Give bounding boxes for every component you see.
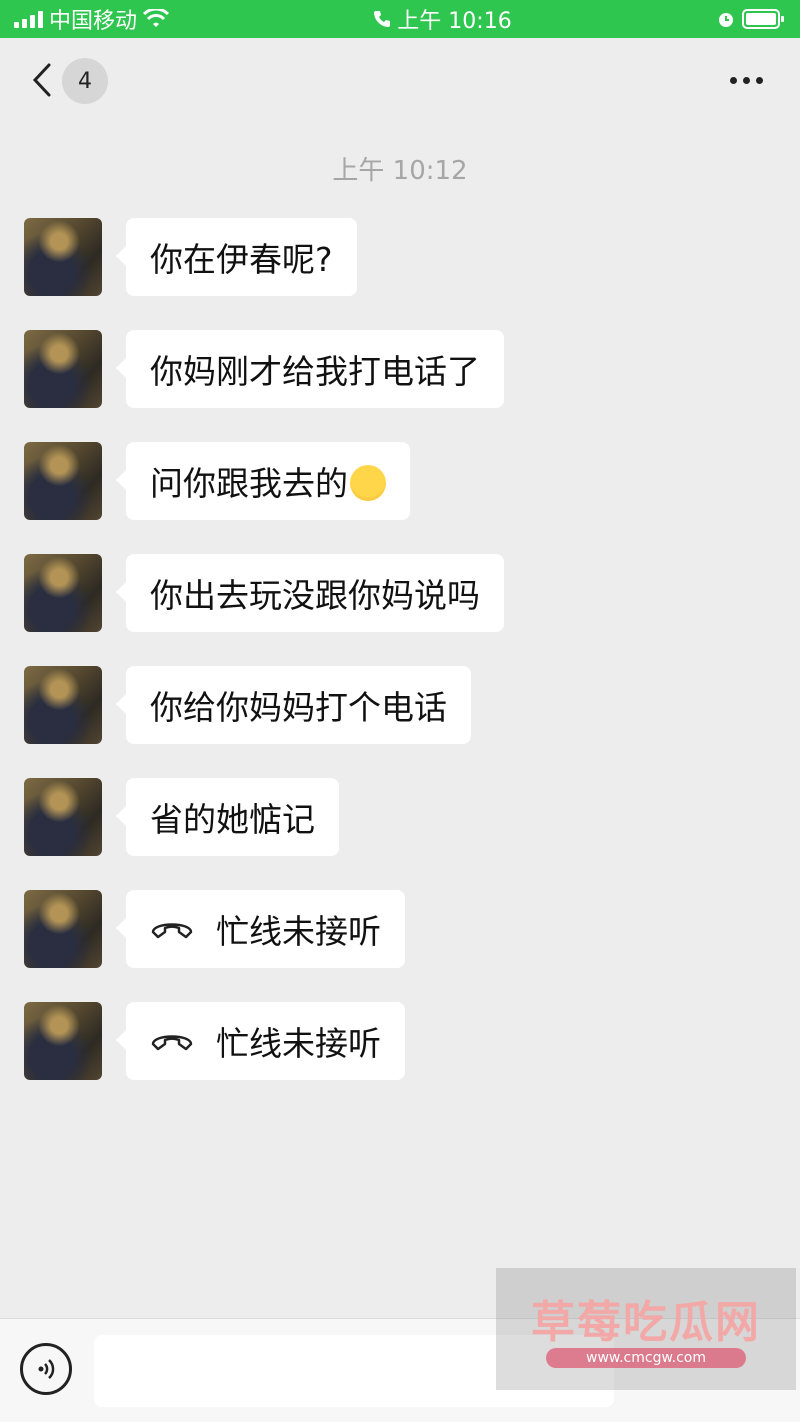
voice-input-button[interactable]	[20, 1343, 72, 1395]
message-row: 问你跟我去的	[24, 442, 410, 522]
message-text: 你给你妈妈打个电话	[150, 688, 447, 727]
wifi-icon	[143, 9, 170, 27]
call-status-text: 忙线未接听	[216, 912, 381, 951]
message-timestamp: 上午 10:12	[332, 156, 468, 186]
message-bubble[interactable]: 你出去玩没跟你妈说吗	[116, 554, 504, 632]
message-row: 忙线未接听	[24, 890, 405, 970]
avatar[interactable]	[24, 442, 102, 520]
status-time: 上午 10:16	[397, 9, 512, 34]
message-row: 省的她惦记	[24, 778, 339, 858]
status-center: 上午 10:16	[373, 3, 512, 35]
avatar[interactable]	[24, 554, 102, 632]
avatar[interactable]	[24, 330, 102, 408]
status-right	[716, 8, 786, 30]
avatar[interactable]	[24, 778, 102, 856]
avatar[interactable]	[24, 218, 102, 296]
phone-call-icon	[374, 11, 391, 27]
chat-header: 4	[0, 38, 800, 126]
message-row: 你给你妈妈打个电话	[24, 666, 471, 746]
carrier-label: 中国移动	[49, 9, 138, 34]
message-bubble[interactable]: 问你跟我去的	[116, 442, 410, 520]
message-text: 你妈刚才给我打电话了	[150, 352, 480, 391]
unread-count-badge[interactable]: 4	[62, 58, 108, 104]
back-button[interactable]	[24, 58, 60, 102]
message-bubble[interactable]: 省的她惦记	[116, 778, 339, 856]
message-text: 省的她惦记	[150, 800, 315, 839]
message-bubble[interactable]: 你在伊春呢?	[116, 218, 357, 296]
message-text: 你出去玩没跟你妈说吗	[150, 576, 480, 615]
message-row: 忙线未接听	[24, 1002, 405, 1082]
message-row: 你在伊春呢?	[24, 218, 357, 298]
avatar[interactable]	[24, 890, 102, 968]
status-left: 中国移动	[14, 3, 170, 35]
chevron-left-icon	[32, 63, 51, 97]
message-bubble[interactable]: 你妈刚才给我打电话了	[116, 330, 504, 408]
dot-icon	[742, 76, 750, 84]
status-bar: 中国移动 上午 10:16	[0, 0, 800, 38]
avatar[interactable]	[24, 666, 102, 744]
message-text: 问你跟我去的	[150, 464, 348, 503]
dot-icon	[755, 76, 763, 84]
watermark-title: 草莓吃瓜网	[531, 1297, 761, 1348]
laughing-crying-emoji-icon	[350, 465, 386, 501]
dot-icon	[729, 76, 737, 84]
message-bubble[interactable]: 你给你妈妈打个电话	[116, 666, 471, 744]
message-text: 你在伊春呢?	[150, 240, 333, 279]
message-row: 你出去玩没跟你妈说吗	[24, 554, 504, 634]
call-bubble[interactable]: 忙线未接听	[116, 1002, 405, 1080]
watermark-url: www.cmcgw.com	[546, 1348, 746, 1368]
watermark: 草莓吃瓜网 www.cmcgw.com	[496, 1268, 796, 1390]
more-options-button[interactable]	[722, 64, 770, 96]
voice-icon	[38, 1359, 55, 1379]
alarm-icon	[718, 13, 733, 27]
call-bubble[interactable]: 忙线未接听	[116, 890, 405, 968]
avatar[interactable]	[24, 1002, 102, 1080]
phone-hangup-icon	[151, 1035, 193, 1051]
signal-icon	[14, 10, 43, 28]
message-row: 你妈刚才给我打电话了	[24, 330, 504, 410]
battery-icon	[741, 9, 784, 29]
call-status-text: 忙线未接听	[216, 1024, 381, 1063]
phone-hangup-icon	[151, 923, 193, 939]
